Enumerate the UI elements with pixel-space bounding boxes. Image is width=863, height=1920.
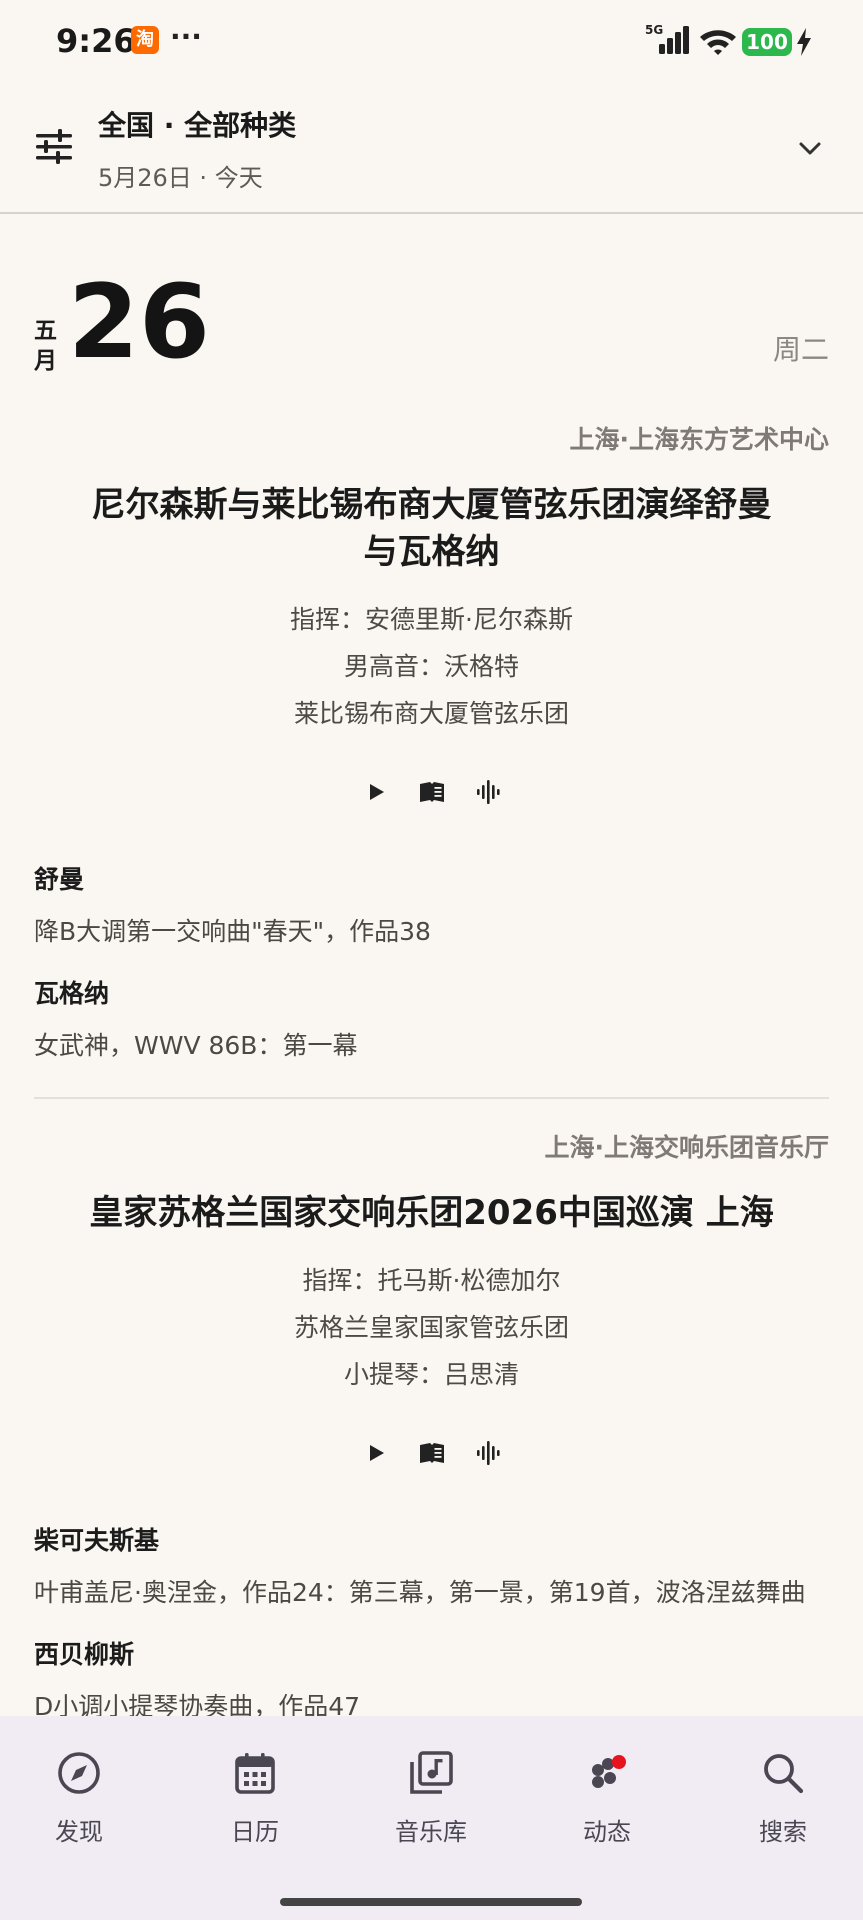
performer-list: 指挥：安德里斯·尼尔森斯 男高音：沃格特 莱比锡布商大厦管弦乐团 xyxy=(34,596,829,737)
nav-item-music-library[interactable]: 音乐库 xyxy=(371,1750,491,1846)
battery-indicator: 100 xyxy=(742,28,792,56)
performer-list: 指挥：托马斯·松德加尔 苏格兰皇家国家管弦乐团 小提琴：吕思清 xyxy=(34,1257,829,1398)
wifi-icon xyxy=(700,30,736,55)
day-number: 26 xyxy=(68,263,210,382)
event-venue: 上海·上海东方艺术中心 xyxy=(569,425,830,454)
network-type-label: 5G xyxy=(645,23,663,37)
cellular-signal-icon: 5G xyxy=(645,23,689,54)
program-item: 瓦格纳 女武神，WWV 86B：第一幕 xyxy=(34,979,829,1061)
event-title[interactable]: 尼尔森斯与莱比锡布商大厦管弦乐团演绎舒曼 与瓦格纳 xyxy=(34,482,829,576)
event-title-line: 皇家苏格兰国家交响乐团2026中国巡演 上海 xyxy=(89,1193,774,1233)
nav-label: 动态 xyxy=(583,1818,631,1846)
more-notifications-icon: ··· xyxy=(170,20,202,53)
play-icon[interactable] xyxy=(362,778,390,806)
nav-label: 搜索 xyxy=(759,1818,807,1846)
performer: 指挥：安德里斯·尼尔森斯 xyxy=(290,604,573,634)
calendar-icon xyxy=(235,1753,275,1794)
status-bar: 9:26 淘 ··· 5G 100 xyxy=(0,0,863,84)
play-icon[interactable] xyxy=(362,1439,390,1467)
nav-item-calendar[interactable]: 日历 xyxy=(195,1750,315,1846)
program-item: 柴可夫斯基 叶甫盖尼·奥涅金，作品24：第三幕，第一景，第19首，波洛涅兹舞曲 xyxy=(34,1526,829,1608)
nav-label: 日历 xyxy=(231,1818,279,1846)
nav-item-search[interactable]: 搜索 xyxy=(723,1750,843,1846)
bottom-navigation: 发现 日历 音乐库 动态 搜索 xyxy=(0,1716,863,1920)
performer: 男高音：沃格特 xyxy=(343,651,519,681)
taobao-app-icon: 淘 xyxy=(131,26,159,54)
program-list: 柴可夫斯基 叶甫盖尼·奥涅金，作品24：第三幕，第一景，第19首，波洛涅兹舞曲 … xyxy=(34,1526,829,1722)
composer-name: 瓦格纳 xyxy=(34,978,110,1008)
event-card[interactable]: 上海·上海东方艺术中心 尼尔森斯与莱比锡布商大厦管弦乐团演绎舒曼 与瓦格纳 指挥… xyxy=(34,420,829,1061)
program-item: 西贝柳斯 D小调小提琴协奏曲，作品47 xyxy=(34,1640,829,1722)
composer-name: 舒曼 xyxy=(34,864,85,894)
filter-header[interactable]: 全国 · 全部种类 5月26日 · 今天 xyxy=(0,84,863,214)
program-book-icon[interactable] xyxy=(418,778,446,806)
performer: 小提琴：吕思清 xyxy=(343,1359,519,1389)
nav-label: 音乐库 xyxy=(395,1818,467,1846)
event-title-line: 尼尔森斯与莱比锡布商大厦管弦乐团演绎舒曼 xyxy=(91,485,772,525)
home-indicator[interactable] xyxy=(280,1898,582,1906)
event-actions xyxy=(34,775,829,809)
music-library-icon xyxy=(410,1751,453,1794)
performer: 苏格兰皇家国家管弦乐团 xyxy=(293,1312,569,1342)
month-label: 五月 xyxy=(34,318,57,374)
notification-badge xyxy=(612,1755,626,1769)
charging-icon xyxy=(797,28,811,56)
filter-title: 全国 · 全部种类 xyxy=(98,109,297,142)
composer-name: 西贝柳斯 xyxy=(34,1639,135,1669)
event-venue: 上海·上海交响乐团音乐厅 xyxy=(544,1133,830,1162)
event-title[interactable]: 皇家苏格兰国家交响乐团2026中国巡演 上海 xyxy=(34,1190,829,1237)
event-actions xyxy=(34,1436,829,1470)
search-icon xyxy=(764,1754,804,1794)
event-divider xyxy=(34,1097,829,1099)
compass-icon xyxy=(58,1752,100,1794)
program-book-icon[interactable] xyxy=(418,1439,446,1467)
chevron-down-icon[interactable] xyxy=(797,136,823,162)
nav-item-activity[interactable]: 动态 xyxy=(547,1750,667,1846)
audio-waveform-icon[interactable] xyxy=(474,778,502,806)
filter-date: 5月26日 · 今天 xyxy=(98,164,263,192)
audio-waveform-icon[interactable] xyxy=(474,1439,502,1467)
composer-name: 柴可夫斯基 xyxy=(34,1525,160,1555)
program-list: 舒曼 降B大调第一交响曲"春天"，作品38 瓦格纳 女武神，WWV 86B：第一… xyxy=(34,865,829,1061)
performer: 指挥：托马斯·松德加尔 xyxy=(302,1265,561,1295)
nav-label: 发现 xyxy=(55,1818,103,1846)
work-title: 女武神，WWV 86B：第一幕 xyxy=(34,1030,358,1060)
program-item: 舒曼 降B大调第一交响曲"春天"，作品38 xyxy=(34,865,829,947)
performer: 莱比锡布商大厦管弦乐团 xyxy=(293,698,569,728)
date-header: 五月 26 周二 xyxy=(0,260,863,390)
nav-item-discover[interactable]: 发现 xyxy=(19,1750,139,1846)
event-title-line: 与瓦格纳 xyxy=(363,531,500,572)
work-title: 叶甫盖尼·奥涅金，作品24：第三幕，第一景，第19首，波洛涅兹舞曲 xyxy=(34,1577,806,1607)
weekday-label: 周二 xyxy=(772,333,829,366)
filter-sliders-icon[interactable] xyxy=(34,128,74,164)
work-title: 降B大调第一交响曲"春天"，作品38 xyxy=(34,916,431,946)
status-time: 9:26 xyxy=(56,22,136,60)
activity-icon xyxy=(592,1755,626,1788)
event-card[interactable]: 上海·上海交响乐团音乐厅 皇家苏格兰国家交响乐团2026中国巡演 上海 指挥：托… xyxy=(34,1128,829,1722)
